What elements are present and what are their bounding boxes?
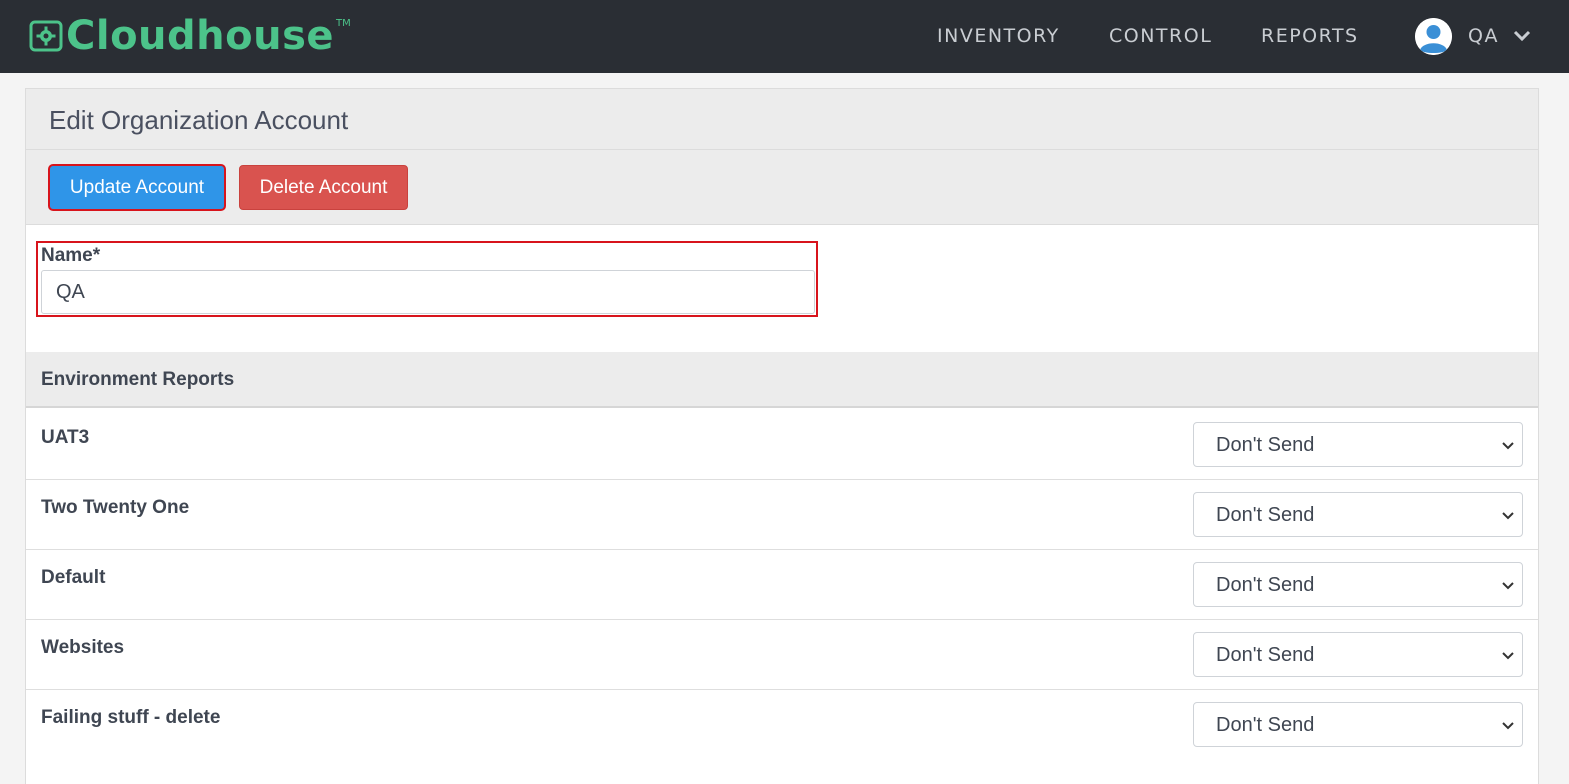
report-row: Two Twenty One Don't Send xyxy=(26,480,1538,550)
report-row: Websites Don't Send xyxy=(26,620,1538,690)
panel-header: Edit Organization Account xyxy=(26,89,1538,150)
report-name: Failing stuff - delete xyxy=(41,707,221,728)
report-row: Failing stuff - delete Don't Send xyxy=(26,690,1538,760)
nav-inventory[interactable]: INVENTORY xyxy=(937,25,1060,47)
chevron-down-icon xyxy=(1502,582,1514,590)
report-select[interactable]: Don't Send xyxy=(1193,492,1523,537)
report-row: UAT3 Don't Send xyxy=(26,410,1538,480)
user-name: QA xyxy=(1468,25,1499,47)
brand-logo[interactable]: Cloudhouse TM xyxy=(28,12,351,60)
report-name: Websites xyxy=(41,637,125,658)
report-name: Default xyxy=(41,567,106,588)
brand-name: Cloudhouse xyxy=(66,13,335,59)
top-navbar: Cloudhouse TM INVENTORY CONTROL REPORTS … xyxy=(0,0,1569,73)
report-name: Two Twenty One xyxy=(41,497,190,518)
user-avatar-icon xyxy=(1415,17,1452,55)
nav-reports[interactable]: REPORTS xyxy=(1261,25,1359,47)
edit-account-panel: Edit Organization Account Update Account… xyxy=(25,88,1539,784)
nav-control[interactable]: CONTROL xyxy=(1109,25,1212,47)
chevron-down-icon xyxy=(1502,652,1514,660)
name-input[interactable] xyxy=(41,270,815,314)
report-select[interactable]: Don't Send xyxy=(1193,702,1523,747)
delete-account-button[interactable]: Delete Account xyxy=(239,165,408,210)
chevron-down-icon xyxy=(1502,442,1514,450)
action-toolbar: Update Account Delete Account xyxy=(26,150,1538,225)
select-value: Don't Send xyxy=(1216,714,1315,736)
name-label: Name* xyxy=(41,245,101,266)
section-title: Environment Reports xyxy=(41,369,235,390)
select-value: Don't Send xyxy=(1216,644,1315,666)
select-value: Don't Send xyxy=(1216,504,1315,526)
trademark-mark: TM xyxy=(336,18,351,29)
select-value: Don't Send xyxy=(1216,574,1315,596)
update-account-button[interactable]: Update Account xyxy=(48,164,226,211)
chevron-down-icon xyxy=(1513,30,1531,42)
select-value: Don't Send xyxy=(1216,434,1315,456)
page-title: Edit Organization Account xyxy=(49,105,349,135)
report-select[interactable]: Don't Send xyxy=(1193,632,1523,677)
name-field-group: Name* xyxy=(36,241,818,317)
environment-reports-header: Environment Reports xyxy=(26,352,1538,408)
chevron-down-icon xyxy=(1502,512,1514,520)
avatar xyxy=(1415,17,1452,55)
report-row: Default Don't Send xyxy=(26,550,1538,620)
user-menu[interactable]: QA xyxy=(1415,17,1531,55)
report-name: UAT3 xyxy=(41,427,90,448)
chevron-down-icon xyxy=(1502,722,1514,730)
gear-cloud-icon xyxy=(29,20,63,52)
report-select[interactable]: Don't Send xyxy=(1193,562,1523,607)
report-select[interactable]: Don't Send xyxy=(1193,422,1523,467)
